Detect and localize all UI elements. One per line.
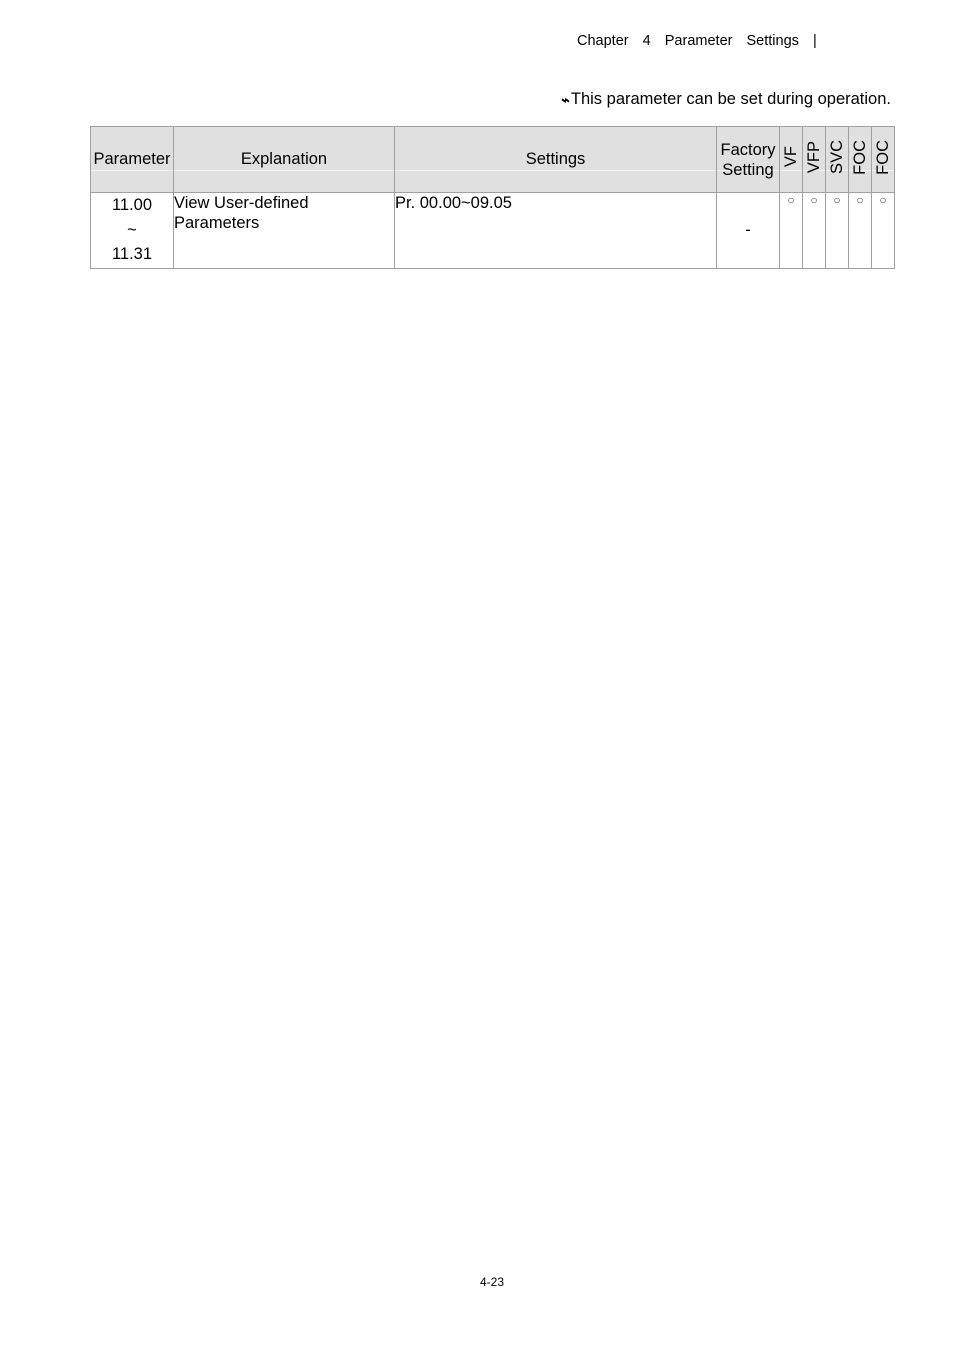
operation-note: ⌁ This parameter can be set during opera… [560, 90, 891, 109]
header-mode-foc-2: FOC [871, 126, 895, 193]
mode-foc-1-indicator: ○ [848, 192, 872, 269]
factory-setting-cell: - [716, 192, 780, 269]
header-explanation: Explanation [173, 126, 395, 193]
lightning-bolt-icon: ⌁ [559, 91, 569, 109]
mode-vf-indicator: ○ [779, 192, 803, 269]
parameter-table: Parameter Explanation Settings Factory Se… [90, 126, 895, 269]
header-mode-foc-1: FOC [848, 126, 872, 193]
table-row: 11.00 ~ 11.31 View User-defined Paramete… [90, 192, 895, 269]
explanation-cell: View User-defined Parameters [173, 192, 395, 269]
settings-cell: Pr. 00.00~09.05 [394, 192, 717, 269]
mode-foc-2-indicator: ○ [871, 192, 895, 269]
running-header: Chapter 4 Parameter Settings | [577, 33, 817, 49]
mode-vfp-indicator: ○ [802, 192, 826, 269]
header-mode-svc: SVC [825, 126, 849, 193]
table-header-row: Parameter Explanation Settings Factory Se… [90, 126, 895, 193]
header-factory-setting: Factory Setting [716, 126, 780, 193]
header-settings: Settings [394, 126, 717, 193]
page-number: 4-23 [479, 1275, 505, 1289]
header-mode-vfp: VFP [802, 126, 826, 193]
note-text: This parameter can be set during operati… [570, 90, 891, 108]
parameter-range: 11.00 ~ 11.31 [90, 192, 174, 269]
mode-svc-indicator: ○ [825, 192, 849, 269]
header-parameter: Parameter [90, 126, 174, 193]
header-mode-vf: VF [779, 126, 803, 193]
